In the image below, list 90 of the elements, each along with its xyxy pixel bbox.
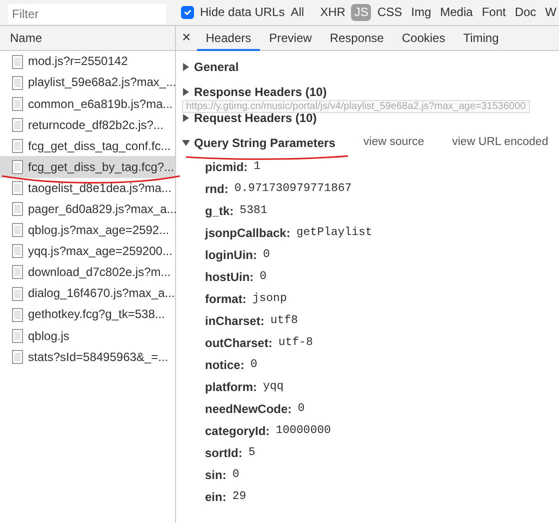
section-title[interactable]: Response Headers (10): [194, 85, 327, 100]
param-value: 0: [250, 358, 258, 372]
file-icon: [12, 181, 23, 196]
param-key: sin:: [205, 468, 226, 482]
detail-tab[interactable]: Preview: [260, 26, 321, 50]
request-name[interactable]: common_e6a819b.js?ma...: [28, 96, 173, 111]
param-value: utf-8: [278, 336, 313, 350]
request-name[interactable]: gethotkey.fcg?g_tk=538...: [28, 307, 165, 322]
filter-field[interactable]: Filter: [8, 4, 166, 24]
file-icon: [12, 202, 23, 216]
column-header: Name: [0, 26, 175, 51]
param-key: format:: [205, 292, 246, 306]
param-key: needNewCode:: [205, 402, 292, 416]
request-name[interactable]: returncode_df82b2c.js?...: [28, 118, 164, 132]
request-name[interactable]: qblog.js?max_age=2592...: [28, 223, 170, 238]
checkbox-label: Hide data URLs: [200, 5, 285, 20]
file-icon: [12, 223, 23, 238]
param-key: hostUin:: [205, 270, 254, 284]
request-name[interactable]: taogelist_d8e1dea.js?ma...: [28, 180, 172, 196]
type-filter-tab[interactable]: W: [542, 4, 559, 21]
type-filter-tab[interactable]: All: [288, 4, 308, 21]
request-name[interactable]: mod.js?r=2550142: [28, 54, 128, 69]
param-value: yqq: [263, 380, 284, 394]
param-key: outCharset:: [205, 336, 272, 350]
param-value: 0: [262, 248, 270, 262]
file-icon: [12, 350, 23, 364]
param-value: 0: [260, 270, 267, 284]
file-icon: [12, 265, 23, 280]
param-value: jsonp: [252, 292, 287, 306]
request-name[interactable]: fcg_get_diss_tag_conf.fc...: [28, 138, 171, 154]
file-icon: [12, 286, 23, 301]
collapse-arrow-icon[interactable]: [182, 88, 190, 96]
request-name[interactable]: download_d7c802e.js?m...: [28, 265, 171, 280]
param-key: categoryId:: [205, 424, 270, 438]
file-icon: [12, 76, 23, 90]
collapse-arrow-icon[interactable]: [182, 114, 190, 122]
view-link[interactable]: view URL encoded: [452, 136, 548, 150]
param-value: getPlaylist: [296, 226, 372, 240]
url-tooltip: https://y.gtimg.cn/music/portal/js/v4/playlist_59e68a2.js?max_age=31536000: [182, 100, 530, 113]
param-value: 5: [248, 446, 256, 460]
param-key: sortId:: [205, 446, 242, 460]
param-value: 1: [254, 160, 261, 174]
request-name[interactable]: pager_6d0a829.js?max_a...: [28, 202, 177, 216]
detail-tab[interactable]: Response: [320, 26, 393, 50]
type-filter-tab[interactable]: Img: [408, 4, 434, 21]
request-name[interactable]: yqq.js?max_age=259200...: [28, 244, 172, 259]
section-title[interactable]: General: [194, 60, 239, 74]
param-value: 0: [232, 468, 240, 482]
file-icon: [12, 54, 23, 69]
type-filter-tab[interactable]: XHR: [317, 4, 348, 21]
param-value: utf8: [270, 314, 298, 328]
type-filter-tab[interactable]: Media: [437, 4, 476, 21]
param-key: notice:: [205, 358, 244, 372]
request-name[interactable]: qblog.js: [28, 328, 70, 343]
param-value: 5381: [240, 204, 268, 218]
param-value: 29: [232, 490, 246, 504]
param-key: ein:: [205, 490, 226, 504]
file-icon: [12, 308, 23, 322]
section-title[interactable]: Request Headers (10): [194, 110, 317, 125]
param-value: 0.971730979771867: [234, 182, 352, 196]
param-value: 0: [298, 402, 305, 416]
request-name[interactable]: stats?sId=58495963&_=...: [28, 350, 168, 364]
param-key: loginUin:: [205, 248, 257, 262]
file-icon: [12, 118, 23, 132]
param-key: jsonpCallback:: [205, 226, 290, 240]
param-key: rnd:: [205, 182, 228, 196]
file-icon: [12, 244, 23, 258]
request-name[interactable]: dialog_16f4670.js?max_a...: [28, 286, 175, 301]
param-key: picmid:: [205, 160, 248, 174]
detail-tab[interactable]: Timing: [454, 26, 508, 50]
type-filter-tab[interactable]: Doc: [512, 4, 540, 21]
hide-data-urls-checkbox[interactable]: [181, 6, 194, 19]
file-icon: [12, 96, 23, 111]
file-icon: [12, 138, 23, 153]
view-link[interactable]: view source: [363, 136, 424, 150]
close-button[interactable]: ×: [176, 29, 197, 47]
section-title[interactable]: Query String Parameters: [194, 136, 336, 150]
param-key: platform:: [205, 380, 257, 394]
collapse-arrow-icon[interactable]: [182, 62, 190, 71]
file-icon: [12, 160, 23, 174]
param-key: g_tk:: [205, 204, 234, 218]
file-icon: [12, 328, 23, 343]
type-filter-tab[interactable]: Font: [478, 4, 509, 21]
detail-tab[interactable]: Headers: [196, 26, 260, 50]
param-value: 10000000: [276, 424, 331, 438]
request-name[interactable]: playlist_59e68a2.js?max_...: [28, 75, 176, 90]
type-filter-tab[interactable]: CSS: [374, 4, 406, 21]
param-key: inCharset:: [205, 314, 264, 328]
detail-tab[interactable]: Cookies: [392, 26, 454, 50]
expand-arrow-icon[interactable]: [182, 139, 190, 148]
